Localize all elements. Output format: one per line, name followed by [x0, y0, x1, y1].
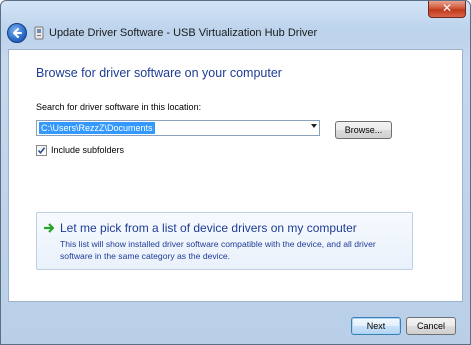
option-description: This list will show installed driver sof…	[60, 239, 376, 261]
include-subfolders-label[interactable]: Include subfolders	[51, 145, 124, 155]
search-location-label: Search for driver software in this locat…	[36, 102, 202, 112]
close-icon: ✕	[441, 1, 453, 15]
content-panel: Browse for driver software on your compu…	[8, 49, 463, 302]
page-title: Browse for driver software on your compu…	[36, 66, 282, 80]
option-title[interactable]: Let me pick from a list of device driver…	[60, 221, 357, 235]
checkmark-icon	[37, 147, 46, 155]
back-button[interactable]	[7, 23, 27, 43]
browse-button[interactable]: Browse...	[335, 121, 392, 139]
pick-from-list-option[interactable]: Let me pick from a list of device driver…	[36, 212, 413, 270]
cancel-button[interactable]: Cancel	[406, 317, 456, 335]
search-location-value[interactable]: C:\Users\RezzZ\Documents	[39, 122, 155, 134]
close-button[interactable]: ✕	[428, 1, 466, 18]
device-icon	[34, 26, 44, 40]
chevron-down-icon[interactable]	[311, 124, 317, 128]
green-arrow-icon	[44, 223, 55, 233]
title-bar: Update Driver Software - USB Virtualizat…	[1, 1, 470, 49]
next-button[interactable]: Next	[351, 317, 401, 335]
include-subfolders-checkbox[interactable]	[36, 145, 47, 156]
button-bar: Next Cancel	[1, 302, 470, 344]
search-location-combobox[interactable]: C:\Users\RezzZ\Documents	[36, 120, 320, 136]
window-title: Update Driver Software - USB Virtualizat…	[49, 27, 318, 39]
back-arrow-icon	[13, 28, 22, 38]
dialog-window: Update Driver Software - USB Virtualizat…	[0, 0, 471, 345]
